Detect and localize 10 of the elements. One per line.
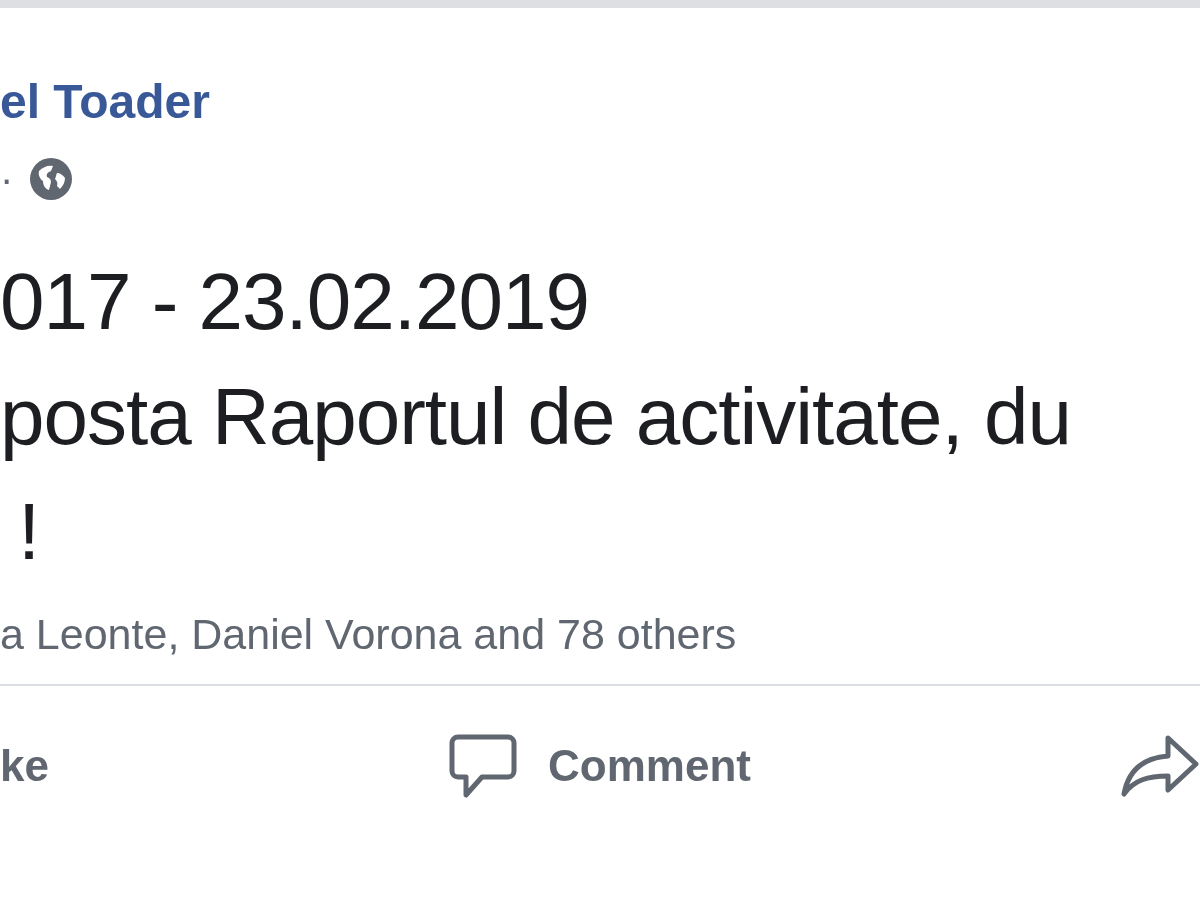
like-button[interactable]: ke <box>0 733 49 799</box>
share-button[interactable] <box>1120 734 1200 798</box>
speech-bubble-icon <box>448 733 518 799</box>
post-text: ! <box>17 491 40 572</box>
post-text: 017 - 23.02.2019 <box>0 261 589 342</box>
author-name[interactable]: el Toader <box>0 75 210 128</box>
reactions-summary[interactable]: a Leonte, Daniel Vorona and 78 others <box>0 601 737 667</box>
separator-dot: · <box>0 159 14 199</box>
share-arrow-icon <box>1120 734 1200 798</box>
comment-button[interactable]: Comment <box>448 733 751 799</box>
